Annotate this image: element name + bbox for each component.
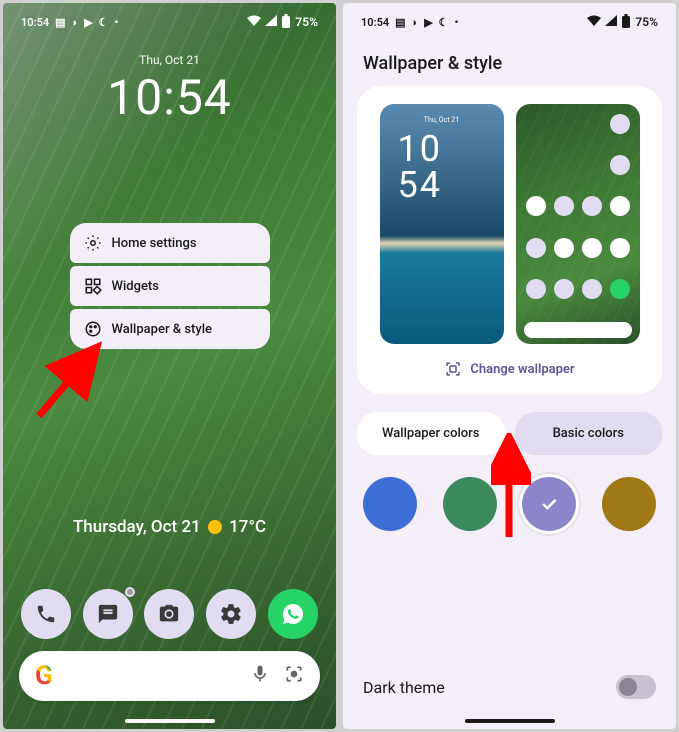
tab-basic-colors[interactable]: Basic colors xyxy=(515,412,663,455)
mic-icon[interactable] xyxy=(250,664,270,689)
status-bar: 10:54 ▤ ◗ ▶ ☾ • 75% xyxy=(343,3,676,37)
wifi-icon xyxy=(247,15,261,29)
change-wallpaper-label: Change wallpaper xyxy=(470,362,574,377)
left-phone-home: 10:54 ▤ ◗ ▶ ☾ • 75% Thu, Oct 21 10:54 Ho… xyxy=(3,3,336,729)
signal-icon xyxy=(605,15,617,29)
lock-date: Thu, Oct 21 xyxy=(3,53,336,67)
right-phone-wallpaper-settings: 10:54 ▤ ◗ ▶ ☾ • 75% Wallpaper & style Th… xyxy=(343,3,676,729)
color-swatch-green[interactable] xyxy=(443,477,497,531)
tab-wallpaper-colors[interactable]: Wallpaper colors xyxy=(357,412,505,455)
page-title: Wallpaper & style xyxy=(343,37,676,86)
status-time: 10:54 xyxy=(361,16,389,29)
dark-theme-row: Dark theme xyxy=(363,675,656,699)
dot-icon: • xyxy=(115,16,119,29)
homescreen-preview[interactable] xyxy=(516,104,640,344)
youtube-icon: ▶ xyxy=(424,16,432,29)
battery-icon xyxy=(621,14,631,31)
status-time: 10:54 xyxy=(21,16,49,29)
menu-label: Home settings xyxy=(112,236,197,251)
dark-theme-toggle[interactable] xyxy=(616,675,656,699)
color-swatch-blue[interactable] xyxy=(363,477,417,531)
home-context-menu: Home settings Widgets Wallpaper & style xyxy=(70,223,270,349)
notif-icon: ▤ xyxy=(395,16,405,29)
dark-theme-label: Dark theme xyxy=(363,678,445,697)
battery-pct: 75% xyxy=(295,15,318,29)
change-wallpaper-button[interactable]: Change wallpaper xyxy=(444,360,574,378)
notif-icon: ◗ xyxy=(412,16,419,29)
weather-line[interactable]: Thursday, Oct 21 17°C xyxy=(3,517,336,537)
whatsapp-app[interactable] xyxy=(268,589,318,639)
youtube-icon: ▶ xyxy=(84,16,92,29)
google-search-bar[interactable]: G xyxy=(19,651,320,701)
settings-app[interactable] xyxy=(206,589,256,639)
phone-app[interactable] xyxy=(21,589,71,639)
weather-date: Thursday, Oct 21 xyxy=(73,517,201,537)
preview-lock-date: Thu, Oct 21 xyxy=(380,116,504,124)
battery-pct: 75% xyxy=(635,15,658,29)
sun-icon xyxy=(208,520,222,534)
nav-bar-indicator[interactable] xyxy=(465,719,555,723)
nav-bar-indicator[interactable] xyxy=(125,719,215,723)
menu-label: Wallpaper & style xyxy=(112,322,213,337)
color-swatch-gold[interactable] xyxy=(602,477,656,531)
notif-icon: ◗ xyxy=(72,16,79,29)
check-icon xyxy=(539,494,559,514)
signal-icon xyxy=(265,15,277,29)
palette-icon xyxy=(84,320,102,338)
dnd-icon: ☾ xyxy=(99,16,109,29)
wallpaper-icon xyxy=(444,360,462,378)
lockscreen-preview[interactable]: Thu, Oct 21 10 54 xyxy=(380,104,504,344)
wallpaper-preview-card: Thu, Oct 21 10 54 Ch xyxy=(357,86,662,394)
lock-time: 10:54 xyxy=(3,69,336,126)
status-bar: 10:54 ▤ ◗ ▶ ☾ • 75% xyxy=(3,3,336,37)
menu-home-settings[interactable]: Home settings xyxy=(70,223,270,263)
notif-icon: ▤ xyxy=(55,16,65,29)
red-arrow-indicator xyxy=(491,433,531,543)
widgets-icon xyxy=(84,277,102,295)
preview-search-bar xyxy=(524,322,632,338)
menu-label: Widgets xyxy=(112,279,159,294)
red-arrow-indicator xyxy=(31,338,111,422)
google-logo-icon: G xyxy=(35,661,53,691)
preview-lock-time: 10 54 xyxy=(398,132,442,204)
preview-app-grid xyxy=(524,114,632,316)
messages-app[interactable] xyxy=(83,589,133,639)
camera-app[interactable] xyxy=(144,589,194,639)
battery-icon xyxy=(281,14,291,31)
weather-temp: 17°C xyxy=(229,517,266,537)
lock-clock-area: Thu, Oct 21 10:54 xyxy=(3,53,336,126)
dot-icon: • xyxy=(455,16,459,29)
menu-widgets[interactable]: Widgets xyxy=(70,266,270,306)
lens-icon[interactable] xyxy=(284,664,304,689)
dock xyxy=(3,589,336,639)
gear-icon xyxy=(84,234,102,252)
wifi-icon xyxy=(587,15,601,29)
dnd-icon: ☾ xyxy=(439,16,449,29)
